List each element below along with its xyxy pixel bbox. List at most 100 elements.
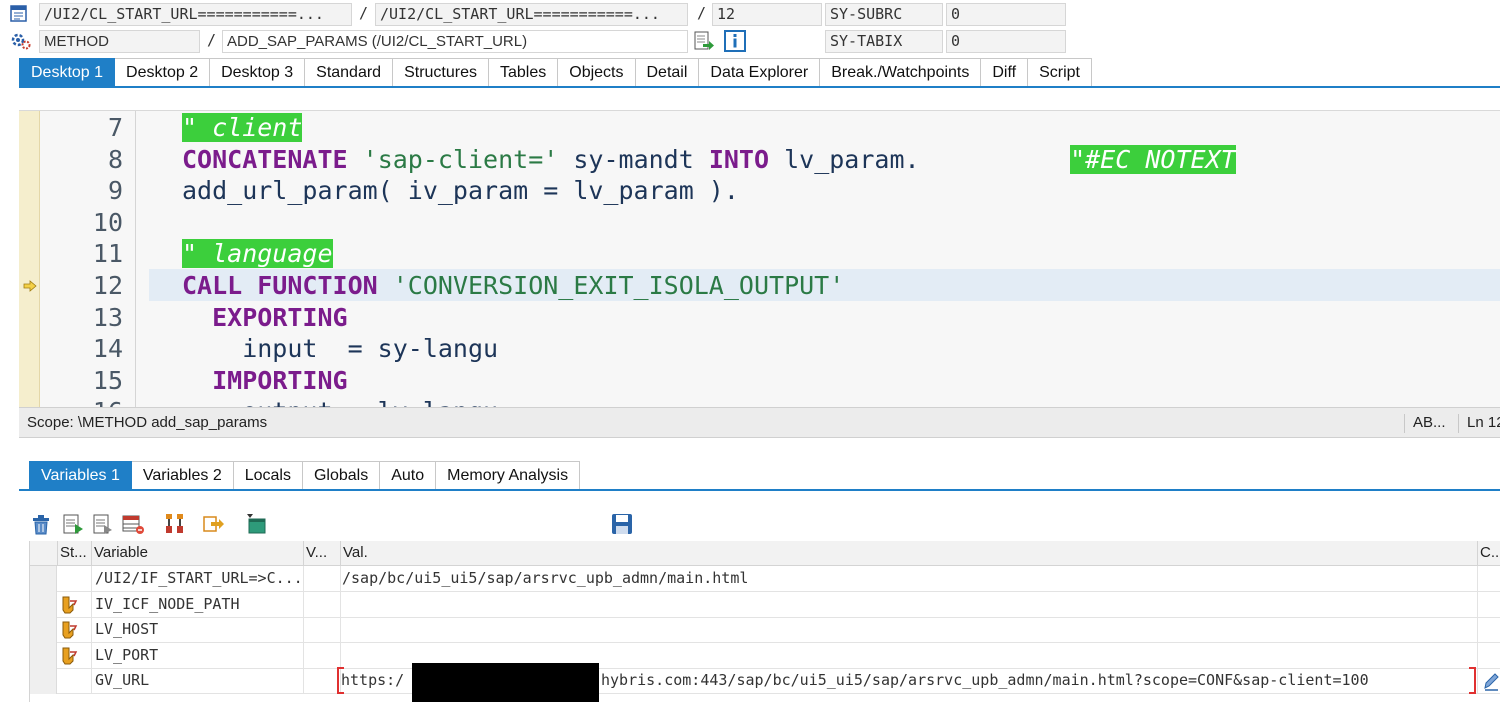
line-field[interactable]: 12 [712,3,822,26]
code-text: input = sy-langu [182,334,499,364]
line-number: 13 [92,302,123,332]
tab-desktop-1[interactable]: Desktop 1 [19,58,116,87]
tab-structures[interactable]: Structures [393,58,489,87]
tab-objects[interactable]: Objects [558,58,636,87]
cell-variable[interactable]: /UI2/IF_START_URL=>C... [92,566,304,592]
table-row[interactable]: IV_ICF_NODE_PATH [30,591,1500,618]
tab-detail[interactable]: Detail [635,58,700,87]
line-number: 16 [63,396,123,407]
line-number: 15 [92,365,123,395]
tab-break-watchpoints[interactable]: Break./Watchpoints [820,58,982,87]
tab-auto[interactable]: Auto [380,461,437,490]
include-field[interactable]: /UI2/CL_START_URL===========... [375,3,688,26]
column-header-variable[interactable]: Variable [92,541,304,566]
sy-subrc-value[interactable]: 0 [946,3,1066,26]
code-line: " language [182,238,1500,270]
cell-v [304,617,341,643]
table-row[interactable]: GV_URL https:/ hybris.com:443/sap/bc/ui5_u… [30,668,1500,694]
cell-value[interactable]: /sap/bc/ui5_ui5/sap/arsrvc_upb_admn/main… [341,566,1478,592]
row-selector[interactable] [30,591,57,618]
tab-standard[interactable]: Standard [305,58,394,87]
cell-v [304,668,341,694]
variable-status-icon [62,647,78,664]
info-row-program: /UI2/CL_START_URL===========... / /UI2/C… [0,1,1500,26]
redacted-region [412,663,599,702]
column-header-c[interactable]: C... [1478,541,1500,566]
code-comment: "#EC NOTEXT [1070,144,1236,174]
hierarchy-icon[interactable] [163,512,187,538]
column-header-status[interactable]: St... [58,541,92,566]
breakpoint-gutter[interactable] [19,111,40,407]
tab-desktop-2[interactable]: Desktop 2 [115,58,211,87]
code-comment: " client [182,113,303,142]
cell-value[interactable] [341,617,1478,643]
code-area[interactable]: " client CONCATENATE 'sap-client=' sy-man… [136,111,1500,407]
row-selector-header[interactable] [30,541,58,566]
fav-icon[interactable] [61,512,85,538]
row-selector[interactable] [30,617,57,643]
cell-status [58,566,92,592]
tab-memory-analysis[interactable]: Memory Analysis [436,461,581,490]
table-row[interactable]: LV_HOST [30,617,1500,643]
cell-variable[interactable]: GV_URL [92,668,304,694]
tab-diff[interactable]: Diff [981,58,1029,87]
table-row[interactable]: /UI2/IF_START_URL=>C... /sap/bc/ui5_ui5/s… [30,566,1500,592]
cell-status [58,642,92,669]
navigate-icon[interactable] [693,30,715,56]
variables-grid[interactable]: St... Variable V... Val. C... /UI2/IF_ST… [29,541,1500,702]
event-type-field[interactable]: METHOD [39,30,200,53]
event-field[interactable]: ADD_SAP_PARAMS (/UI2/CL_START_URL) [222,30,688,53]
fav-list-icon[interactable] [91,512,115,538]
code-keyword: IMPORTING [212,365,348,395]
cell-value[interactable] [341,591,1478,618]
method-icon [10,32,32,54]
variable-status-icon [62,621,78,639]
cell-variable[interactable]: LV_PORT [92,642,304,669]
tab-tables[interactable]: Tables [489,58,559,87]
code-line: EXPORTING [182,302,1500,334]
filter-icon[interactable] [245,512,269,538]
tab-globals[interactable]: Globals [302,461,381,490]
scope-text: Scope: \METHOD add_sap_params [27,414,268,431]
column-header-value[interactable]: Val. [341,541,1478,566]
tab-locals[interactable]: Locals [233,461,303,490]
delete-icon[interactable] [29,512,53,538]
cell-v [304,566,341,592]
row-selector[interactable] [30,642,57,669]
table-row[interactable]: LV_PORT [30,642,1500,669]
code-text: lv_param. [769,144,1071,174]
cell-variable[interactable]: LV_HOST [92,617,304,643]
row-selector[interactable] [30,566,57,592]
program-field[interactable]: /UI2/CL_START_URL===========... [39,3,352,26]
source-editor[interactable]: 78910111213141516 " clientCONCATENATE 's… [19,110,1500,407]
line-numbers: 78910111213141516 [40,111,136,407]
cell-variable[interactable]: IV_ICF_NODE_PATH [92,591,304,618]
cell-status [58,591,92,618]
edit-field-bracket-left [337,667,344,694]
row-selector[interactable] [30,668,57,694]
code-keyword: EXPORTING [212,302,348,332]
save-icon[interactable] [610,512,634,538]
info-icon[interactable] [724,30,746,56]
sy-subrc-label: SY-SUBRC [825,3,943,26]
layout-icon[interactable] [121,512,145,538]
code-line: CONCATENATE 'sap-client=' sy-mandt INTO … [182,144,1500,176]
line-number: 11 [92,239,123,269]
tab-data-explorer[interactable]: Data Explorer [699,58,821,87]
tab-variables-1[interactable]: Variables 1 [29,461,132,490]
sy-tabix-value[interactable]: 0 [946,30,1066,53]
column-header-v[interactable]: V... [304,541,341,566]
tab-script[interactable]: Script [1028,58,1092,87]
edit-field-bracket-right [1469,667,1476,694]
tab-underline [19,86,1500,88]
tab-desktop-3[interactable]: Desktop 3 [210,58,306,87]
transfer-icon[interactable] [201,512,225,538]
line-number: 8 [107,144,123,174]
cell-v [304,591,341,618]
line-number: 9 [107,176,123,206]
edit-pencil-icon[interactable] [1482,671,1500,695]
tab-variables-2[interactable]: Variables 2 [131,461,234,490]
value-prefix: https:/ [341,671,405,689]
